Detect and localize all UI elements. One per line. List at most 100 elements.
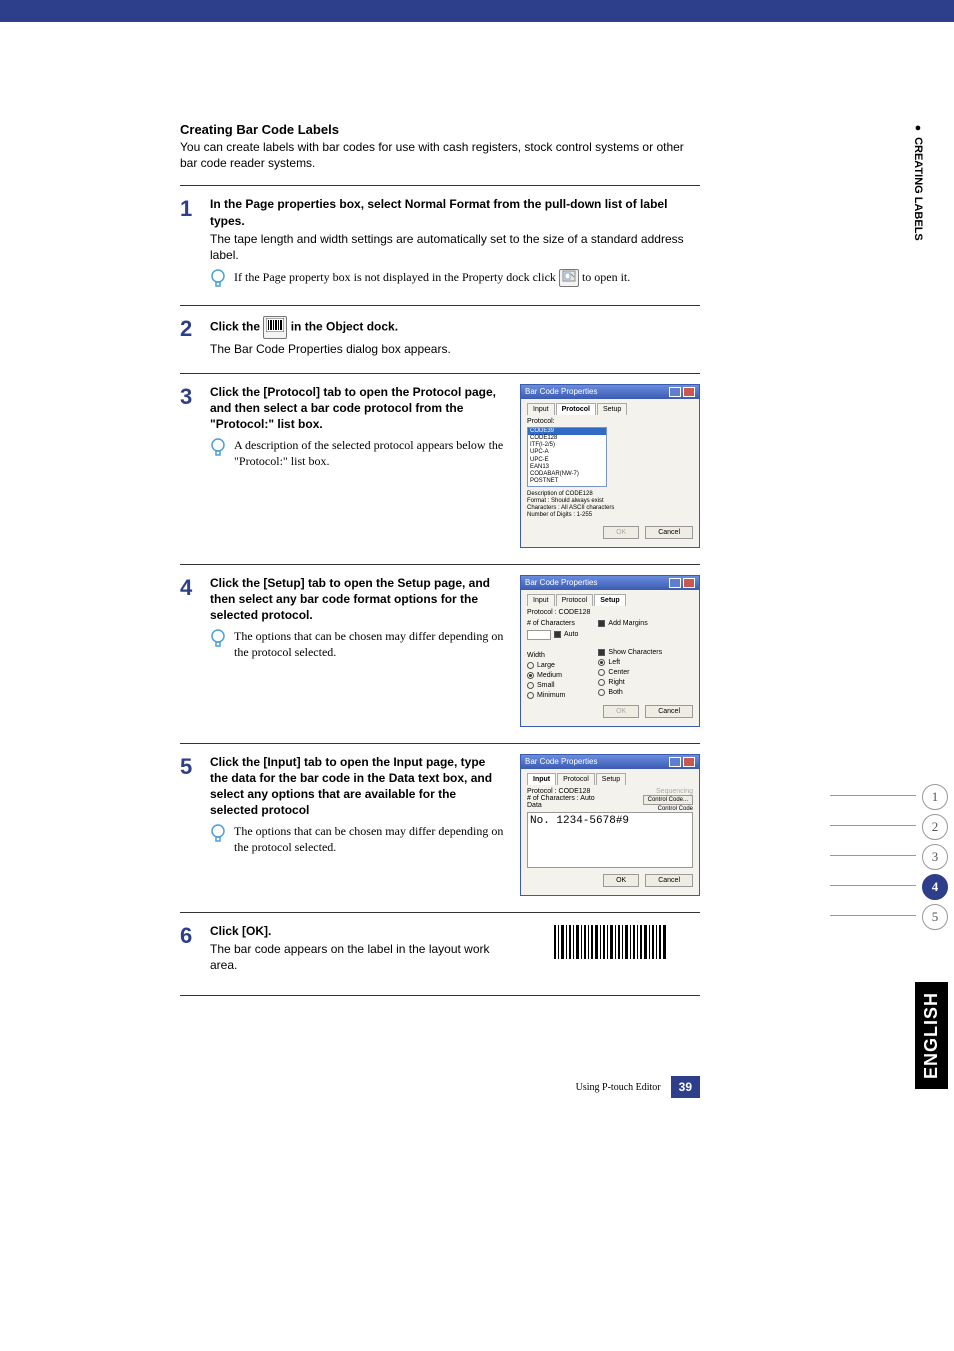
align-opt-right[interactable]: Right xyxy=(598,679,662,686)
step-5: 5 Click the [Input] tab to open the Inpu… xyxy=(180,743,700,912)
numchars-readout: # of Characters : Auto xyxy=(527,795,595,802)
step-4: 4 Click the [Setup] tab to open the Setu… xyxy=(180,564,700,743)
ok-button[interactable]: OK xyxy=(603,526,639,539)
align-opt-both[interactable]: Both xyxy=(598,689,662,696)
opt-label: Center xyxy=(608,669,629,676)
step-main: Click [OK]. xyxy=(210,923,506,939)
opt-label: Both xyxy=(608,689,622,696)
ok-button[interactable]: OK xyxy=(603,874,639,887)
close-icon[interactable] xyxy=(683,578,695,588)
chapter-link-2[interactable]: 2 xyxy=(922,814,948,840)
chapter-link-1[interactable]: 1 xyxy=(922,784,948,810)
step-6: 6 Click [OK]. The bar code appears on th… xyxy=(180,912,700,990)
chapter-link-3[interactable]: 3 xyxy=(922,844,948,870)
close-icon[interactable] xyxy=(683,387,695,397)
list-item[interactable]: CODABAR(NW-7) xyxy=(528,471,606,478)
dialog-tabs: Input Protocol Setup xyxy=(527,773,693,785)
step-main: Click the [Protocol] tab to open the Pro… xyxy=(210,384,506,433)
step-main: Click the in the Object dock. xyxy=(210,316,700,339)
list-item[interactable]: UPC-E xyxy=(528,457,606,464)
page-footer: Using P-touch Editor 39 xyxy=(180,1076,700,1098)
width-opt-small[interactable]: Small xyxy=(527,682,578,689)
dialog-titlebar: Bar Code Properties xyxy=(521,755,699,769)
tab-input[interactable]: Input xyxy=(527,403,555,415)
dialog-title-text: Bar Code Properties xyxy=(525,578,597,588)
opt-label: Left xyxy=(608,659,620,666)
chapter-link-4[interactable]: 4 xyxy=(922,874,948,900)
width-opt-minimum[interactable]: Minimum xyxy=(527,692,578,699)
close-icon[interactable] xyxy=(683,757,695,767)
cancel-button[interactable]: Cancel xyxy=(645,526,693,539)
tab-protocol[interactable]: Protocol xyxy=(557,773,595,785)
step-number: 6 xyxy=(180,923,210,974)
desc-heading: Description of CODE128 xyxy=(527,491,693,498)
tab-setup[interactable]: Setup xyxy=(596,773,626,785)
list-item[interactable]: UPC-A xyxy=(528,449,606,456)
list-item[interactable]: CODE128 xyxy=(528,435,606,442)
desc-line: Characters : All ASCII characters xyxy=(527,505,693,512)
ok-button[interactable]: OK xyxy=(603,705,639,718)
language-badge: ENGLISH xyxy=(915,982,948,1089)
sequencing-label: Sequencing xyxy=(643,788,693,795)
step-sub: The bar code appears on the label in the… xyxy=(210,941,506,973)
auto-check[interactable]: Auto xyxy=(527,630,578,640)
cancel-button[interactable]: Cancel xyxy=(645,705,693,718)
chapter-link-5[interactable]: 5 xyxy=(922,904,948,930)
protocol-listbox[interactable]: CODE39 CODE128 ITF(I-2/5) UPC-A UPC-E EA… xyxy=(527,427,607,487)
data-textbox[interactable]: No. 1234-5678#9 xyxy=(527,812,693,868)
help-icon[interactable] xyxy=(669,387,681,397)
tab-input[interactable]: Input xyxy=(527,773,556,785)
footer-section-name: Using P-touch Editor xyxy=(576,1082,661,1093)
chapter-nav: 1 2 3 4 5 xyxy=(922,782,948,932)
opt-label: Medium xyxy=(537,672,562,679)
chapter-side-label: ● CREATING LABELS xyxy=(912,122,924,241)
barcode-tool-icon xyxy=(263,316,287,339)
list-item[interactable]: ITF(I-2/5) xyxy=(528,442,606,449)
numchar-label: # of Characters xyxy=(527,620,578,627)
step-1: 1 In the Page properties box, select Nor… xyxy=(180,185,700,305)
dialog-titlebar: Bar Code Properties xyxy=(521,385,699,399)
showchars-check[interactable]: Show Characters xyxy=(598,649,662,656)
step-main-after: in the Object dock. xyxy=(291,320,398,334)
tab-protocol[interactable]: Protocol xyxy=(556,594,594,606)
opt-label: Right xyxy=(608,679,624,686)
tab-input[interactable]: Input xyxy=(527,594,555,606)
opt-label: Large xyxy=(537,662,555,669)
control-code-button[interactable]: Control Code... xyxy=(643,795,693,805)
step-number: 5 xyxy=(180,754,210,896)
help-icon[interactable] xyxy=(669,578,681,588)
dialog-title-text: Bar Code Properties xyxy=(525,757,597,767)
help-icon[interactable] xyxy=(669,757,681,767)
protocol-readout: Protocol : CODE128 xyxy=(527,788,595,795)
barcode-properties-dialog-setup: Bar Code Properties Input Protocol Setup… xyxy=(520,575,700,727)
addmargins-check[interactable]: Add Margins xyxy=(598,620,662,627)
barcode-preview xyxy=(520,923,700,974)
lightbulb-icon xyxy=(210,269,226,289)
note-text-before: If the Page property box is not displaye… xyxy=(234,270,559,284)
step-sub: The tape length and width settings are a… xyxy=(210,231,700,263)
tab-setup[interactable]: Setup xyxy=(597,403,627,415)
step-2: 2 Click the in the Object dock. The Bar … xyxy=(180,305,700,373)
numchar-input[interactable] xyxy=(527,630,551,640)
step-3: 3 Click the [Protocol] tab to open the P… xyxy=(180,373,700,564)
addmargins-label: Add Margins xyxy=(608,620,647,627)
opt-label: Minimum xyxy=(537,692,565,699)
width-opt-medium[interactable]: Medium xyxy=(527,672,578,679)
desc-line: Number of Digits : 1-255 xyxy=(527,512,693,519)
tab-protocol[interactable]: Protocol xyxy=(556,403,596,415)
step-number: 1 xyxy=(180,196,210,289)
dialog-tabs: Input Protocol Setup xyxy=(527,594,693,606)
step-number: 3 xyxy=(180,384,210,548)
cancel-button[interactable]: Cancel xyxy=(645,874,693,887)
list-item[interactable]: EAN13 xyxy=(528,464,606,471)
step-main: Click the [Setup] tab to open the Setup … xyxy=(210,575,506,624)
width-opt-large[interactable]: Large xyxy=(527,662,578,669)
list-item[interactable]: CODE39 xyxy=(528,428,606,435)
tab-setup[interactable]: Setup xyxy=(594,594,625,606)
page-number: 39 xyxy=(671,1076,700,1098)
align-opt-center[interactable]: Center xyxy=(598,669,662,676)
list-item[interactable]: POSTNET xyxy=(528,478,606,485)
auto-label: Auto xyxy=(564,631,578,638)
desc-line: Format : Should always exist xyxy=(527,498,693,505)
align-opt-left[interactable]: Left xyxy=(598,659,662,666)
